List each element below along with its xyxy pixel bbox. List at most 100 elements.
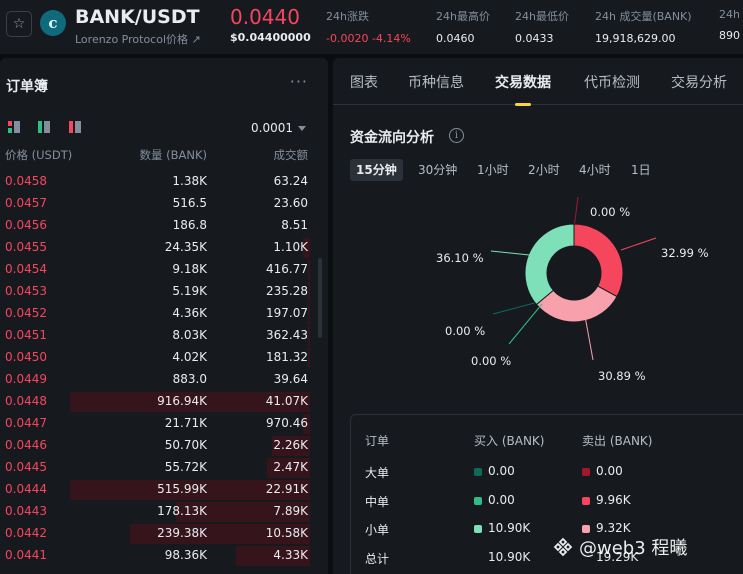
depth-bar: [308, 260, 310, 280]
timeframe-30m[interactable]: 30分钟: [412, 159, 463, 181]
legend-swatch: [582, 497, 590, 505]
order-book-panel: 订单簿 ··· 0.0001 价格 (USDT) 数量 (BANK) 成交额 0…: [0, 58, 328, 574]
row-price: 0.0454: [5, 262, 47, 276]
table-row[interactable]: 0.0455 24.35K 1.10K: [0, 236, 316, 258]
view-both-icon[interactable]: [8, 121, 20, 133]
row-price: 0.0443: [5, 504, 47, 518]
timeframe-1h[interactable]: 1小时: [471, 159, 515, 181]
trading-data-panel: 图表 币种信息 交易数据 代币检测 交易分析 资金流向分析 i 15分钟 30分…: [333, 58, 743, 574]
row-price: 0.0444: [5, 482, 47, 496]
row-total: 7.89K: [273, 504, 308, 518]
row-price: 0.0442: [5, 526, 47, 540]
row-qty: 4.36K: [172, 306, 207, 320]
row-qty: 516.5: [172, 196, 207, 210]
table-row[interactable]: 0.0456 186.8 8.51: [0, 214, 316, 236]
slice-label: 0.00 %: [590, 205, 630, 219]
stat-24h-turnover: 24h 890: [719, 8, 740, 42]
row-price: 0.0455: [5, 240, 47, 254]
view-asks-icon[interactable]: [69, 121, 81, 133]
pie-slice[interactable]: [524, 223, 575, 306]
row-qty: 9.18K: [172, 262, 207, 276]
tab-trading-analysis[interactable]: 交易分析: [671, 72, 727, 92]
table-row[interactable]: 0.0449 883.0 39.64: [0, 368, 316, 390]
table-row[interactable]: 0.0445 55.72K 2.47K: [0, 456, 316, 478]
slice-label: 32.99 %: [661, 246, 709, 260]
row-qty: 5.19K: [172, 284, 207, 298]
capital-flow-title: 资金流向分析: [350, 130, 434, 146]
legend-swatch: [474, 525, 482, 533]
row-total: 41.07K: [265, 394, 308, 408]
table-row[interactable]: 0.0442 239.38K 10.58K: [0, 522, 316, 544]
pie-slice[interactable]: [573, 223, 624, 298]
tab-token-check[interactable]: 代币检测: [584, 72, 640, 92]
table-row[interactable]: 0.0457 516.5 23.60: [0, 192, 316, 214]
table-row[interactable]: 0.0444 515.99K 22.91K: [0, 478, 316, 500]
precision-select[interactable]: 0.0001: [251, 121, 306, 135]
legend-swatch: [474, 497, 482, 505]
table-header-order: 订单: [365, 434, 390, 448]
table-row[interactable]: 0.0452 4.36K 197.07: [0, 302, 316, 324]
total-buy-value: 10.90K: [488, 550, 531, 564]
project-link[interactable]: Lorenzo Protocol价格 ↗: [75, 31, 201, 47]
table-row[interactable]: 0.0447 21.71K 970.46: [0, 412, 316, 434]
legend-swatch: [474, 468, 482, 476]
row-label-small: 小单: [365, 523, 390, 537]
order-book-title: 订单簿: [6, 79, 48, 95]
tab-coin-info[interactable]: 币种信息: [408, 72, 464, 92]
leader-line: [508, 303, 543, 345]
header-qty: 数量 (BANK): [139, 148, 207, 162]
large-buy-value: 0.00: [474, 464, 515, 478]
binance-square-icon: [553, 537, 573, 557]
slice-label: 0.00 %: [445, 324, 485, 338]
leader-line: [573, 196, 579, 229]
table-row[interactable]: 0.0451 8.03K 362.43: [0, 324, 316, 346]
table-row[interactable]: 0.0446 50.70K 2.26K: [0, 434, 316, 456]
stat-24h-change: 24h涨跌 -0.0020 -4.14%: [326, 8, 411, 45]
row-total: 970.46: [266, 416, 308, 430]
row-total: 10.58K: [265, 526, 308, 540]
row-price: 0.0448: [5, 394, 47, 408]
table-row[interactable]: 0.0448 916.94K 41.07K: [0, 390, 316, 412]
table-header-sell: 卖出 (BANK): [582, 434, 653, 448]
medium-sell-value: 9.96K: [582, 493, 631, 507]
favorite-star-icon[interactable]: ☆: [6, 11, 32, 37]
scrollbar[interactable]: [318, 258, 322, 338]
trading-pair[interactable]: BANK/USDT: [75, 6, 200, 28]
timeframe-1d[interactable]: 1日: [625, 159, 657, 181]
row-price: 0.0445: [5, 460, 47, 474]
chevron-down-icon: [298, 126, 306, 131]
info-icon[interactable]: i: [449, 128, 464, 143]
timeframe-15m[interactable]: 15分钟: [350, 159, 403, 181]
timeframe-4h[interactable]: 4小时: [573, 159, 617, 181]
row-qty: 50.70K: [164, 438, 207, 452]
table-row[interactable]: 0.0458 1.38K 63.24: [0, 170, 316, 192]
tab-trading-data[interactable]: 交易数据: [495, 72, 551, 106]
legend-swatch: [582, 525, 590, 533]
leader-line: [584, 315, 594, 361]
table-row[interactable]: 0.0441 98.36K 4.33K: [0, 544, 316, 566]
slice-label: 0.00 %: [471, 354, 511, 368]
table-row[interactable]: 0.0450 4.02K 181.32: [0, 346, 316, 368]
legend-swatch: [582, 468, 590, 476]
header-price: 价格 (USDT): [5, 148, 73, 162]
view-bids-icon[interactable]: [38, 121, 50, 133]
ticker-bar: ☆ c BANK/USDT Lorenzo Protocol价格 ↗ 0.044…: [0, 0, 743, 54]
row-qty: 24.35K: [164, 240, 207, 254]
precision-value: 0.0001: [251, 121, 293, 135]
row-price: 0.0446: [5, 438, 47, 452]
tab-chart[interactable]: 图表: [350, 72, 378, 92]
table-row[interactable]: 0.0443 178.13K 7.89K: [0, 500, 316, 522]
table-row[interactable]: 0.0454 9.18K 416.77: [0, 258, 316, 280]
more-options-icon[interactable]: ···: [290, 72, 308, 91]
small-sell-value: 9.32K: [582, 521, 631, 535]
cell-value: 0.00: [488, 493, 515, 507]
row-price: 0.0453: [5, 284, 47, 298]
stat-value: -0.0020 -4.14%: [326, 32, 411, 45]
row-label-large: 大单: [365, 466, 390, 480]
table-row[interactable]: 0.0453 5.19K 235.28: [0, 280, 316, 302]
stat-24h-low: 24h最低价 0.0433: [515, 8, 569, 45]
header-total: 成交额: [273, 148, 309, 162]
watermark-text: @web3 程曦: [579, 538, 688, 559]
timeframe-2h[interactable]: 2小时: [522, 159, 566, 181]
row-qty: 178.13K: [157, 504, 207, 518]
